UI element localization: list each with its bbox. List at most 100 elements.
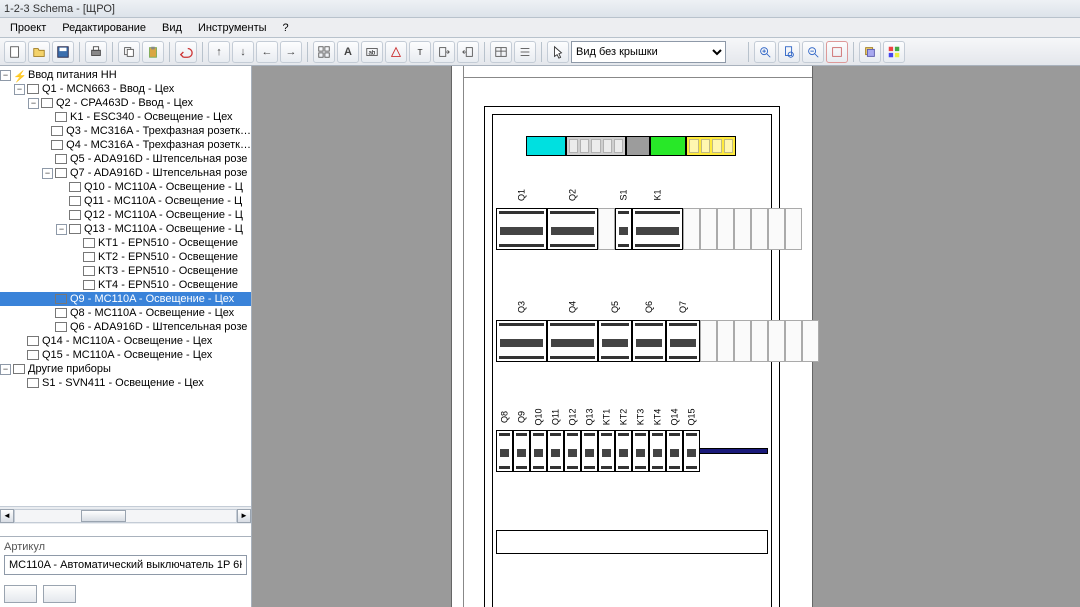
device-KT4[interactable] xyxy=(649,430,666,472)
arrow-left-button[interactable]: ← xyxy=(256,41,278,63)
din-row-2[interactable]: Q3Q4Q5Q6Q7 xyxy=(496,338,768,344)
device-label xyxy=(738,299,748,316)
copy-button[interactable] xyxy=(118,41,140,63)
export-button[interactable] xyxy=(433,41,455,63)
tree-item[interactable]: KT2 - EPN510 - Освещение xyxy=(0,250,251,264)
panel-button-2[interactable] xyxy=(43,585,76,603)
tree-scrollbar[interactable]: ◄ ► xyxy=(0,506,251,524)
tree-item[interactable]: −Q1 - MCN663 - Ввод - Цех xyxy=(0,82,251,96)
panel-button-1[interactable] xyxy=(4,585,37,603)
fit-button[interactable] xyxy=(826,41,848,63)
tree-item[interactable]: Q8 - MC110A - Освещение - Цех xyxy=(0,306,251,320)
device-Q5[interactable] xyxy=(598,320,632,362)
tree-item[interactable]: KT4 - EPN510 - Освещение xyxy=(0,278,251,292)
menu-view[interactable]: Вид xyxy=(154,22,190,34)
table-button[interactable] xyxy=(490,41,512,63)
expand-icon[interactable]: − xyxy=(0,364,11,375)
device-Q13[interactable] xyxy=(581,430,598,472)
tree-item[interactable]: − Q2 - CPA463D - Ввод - Цех xyxy=(0,96,251,110)
pointer-button[interactable] xyxy=(547,41,569,63)
device-KT1[interactable] xyxy=(598,430,615,472)
tree-item[interactable]: KT1 - EPN510 - Освещение xyxy=(0,236,251,250)
busbar[interactable] xyxy=(526,136,736,156)
tree-item[interactable]: Q15 - MC110A - Освещение - Цех xyxy=(0,348,251,362)
undo-button[interactable] xyxy=(175,41,197,63)
tree-item[interactable]: −⚡Ввод питания НН xyxy=(0,68,251,82)
import-button[interactable] xyxy=(457,41,479,63)
list-button[interactable] xyxy=(514,41,536,63)
article-input[interactable] xyxy=(4,555,247,575)
tag-button[interactable]: т xyxy=(409,41,431,63)
device-Q14[interactable] xyxy=(666,430,683,472)
label-button[interactable]: ab xyxy=(361,41,383,63)
tree-item[interactable]: −Q7 - ADA916D - Штепсельная розе xyxy=(0,166,251,180)
tree-item[interactable]: Q11 - MC110A - Освещение - Ц xyxy=(0,194,251,208)
view-mode-select[interactable]: Вид без крышки xyxy=(571,41,726,63)
expand-icon[interactable]: − xyxy=(56,224,67,235)
device-KT2[interactable] xyxy=(615,430,632,472)
grid-icon[interactable] xyxy=(313,41,335,63)
menu-edit[interactable]: Редактирование xyxy=(54,22,154,34)
expand-icon[interactable]: − xyxy=(42,168,53,179)
tree-item[interactable]: Q6 - ADA916D - Штепсельная розе xyxy=(0,320,251,334)
drawing-paper[interactable]: Q1Q2S1K1 Q3Q4Q5Q6Q7 Q8Q9Q10Q11Q12Q13KT1K… xyxy=(452,66,812,607)
menu-project[interactable]: Проект xyxy=(2,22,54,34)
device-Q7[interactable] xyxy=(666,320,700,362)
arrow-down-button[interactable]: ↓ xyxy=(232,41,254,63)
tree-item[interactable]: Q14 - MC110A - Освещение - Цех xyxy=(0,334,251,348)
arrow-right-button[interactable]: → xyxy=(280,41,302,63)
zoom-out-button[interactable] xyxy=(802,41,824,63)
tree-item[interactable]: Q3 - MC316A - Трехфазная розетк… xyxy=(0,124,251,138)
device-Q12[interactable] xyxy=(564,430,581,472)
device-K1[interactable] xyxy=(632,208,683,250)
arrow-up-button[interactable]: ↑ xyxy=(208,41,230,63)
tree-item[interactable]: −Q13 - MC110A - Освещение - Ц xyxy=(0,222,251,236)
tree-item[interactable]: S1 - SVN411 - Освещение - Цех xyxy=(0,376,251,390)
expand-icon[interactable]: − xyxy=(14,84,25,95)
scroll-right-icon[interactable]: ► xyxy=(237,509,251,523)
tree-item[interactable]: Q10 - MC110A - Освещение - Ц xyxy=(0,180,251,194)
tree-item[interactable]: Q12 - MC110A - Освещение - Ц xyxy=(0,208,251,222)
new-file-button[interactable] xyxy=(4,41,26,63)
tree-label: Q2 - CPA463D - Ввод - Цех xyxy=(56,96,193,110)
expand-icon[interactable]: − xyxy=(28,98,39,109)
device-Q10[interactable] xyxy=(530,430,547,472)
device-Q2[interactable] xyxy=(547,208,598,250)
menu-help[interactable]: ? xyxy=(275,22,297,34)
text-button[interactable]: A xyxy=(337,41,359,63)
layers-button[interactable] xyxy=(859,41,881,63)
din-row-3[interactable]: Q8Q9Q10Q11Q12Q13KT1KT2KT3KT4Q14Q15 xyxy=(496,448,768,454)
tree-item[interactable]: KT3 - EPN510 - Освещение xyxy=(0,264,251,278)
device-Q3[interactable] xyxy=(496,320,547,362)
tree-item[interactable]: −Другие приборы xyxy=(0,362,251,376)
device-Q8[interactable] xyxy=(496,430,513,472)
open-button[interactable] xyxy=(28,41,50,63)
component-tree[interactable]: −⚡Ввод питания НН−Q1 - MCN663 - Ввод - Ц… xyxy=(0,66,251,506)
device-Q4[interactable] xyxy=(547,320,598,362)
device-S1[interactable] xyxy=(615,208,632,250)
device-Q15[interactable] xyxy=(683,430,700,472)
device-Q1[interactable] xyxy=(496,208,547,250)
tree-item[interactable]: Q9 - MC110A - Освещение - Цех xyxy=(0,292,251,306)
shape-button[interactable] xyxy=(385,41,407,63)
canvas-area[interactable]: Q1Q2S1K1 Q3Q4Q5Q6Q7 Q8Q9Q10Q11Q12Q13KT1K… xyxy=(252,66,1080,607)
device-Q9[interactable] xyxy=(513,430,530,472)
din-row-1[interactable]: Q1Q2S1K1 xyxy=(496,226,768,232)
scroll-left-icon[interactable]: ◄ xyxy=(0,509,14,523)
save-button[interactable] xyxy=(52,41,74,63)
zoom-page-button[interactable] xyxy=(778,41,800,63)
print-button[interactable] xyxy=(85,41,107,63)
paste-button[interactable] xyxy=(142,41,164,63)
zoom-in-button[interactable] xyxy=(754,41,776,63)
expand-icon[interactable]: − xyxy=(0,70,11,81)
menu-tools[interactable]: Инструменты xyxy=(190,22,275,34)
tree-item[interactable]: Q5 - ADA916D - Штепсельная розе xyxy=(0,152,251,166)
scroll-thumb[interactable] xyxy=(81,510,126,522)
expand-icon xyxy=(14,378,25,389)
tree-item[interactable]: Q4 - MC316A - Трехфазная розетк… xyxy=(0,138,251,152)
device-KT3[interactable] xyxy=(632,430,649,472)
device-Q11[interactable] xyxy=(547,430,564,472)
tree-item[interactable]: K1 - ESC340 - Освещение - Цех xyxy=(0,110,251,124)
palette-button[interactable] xyxy=(883,41,905,63)
device-Q6[interactable] xyxy=(632,320,666,362)
